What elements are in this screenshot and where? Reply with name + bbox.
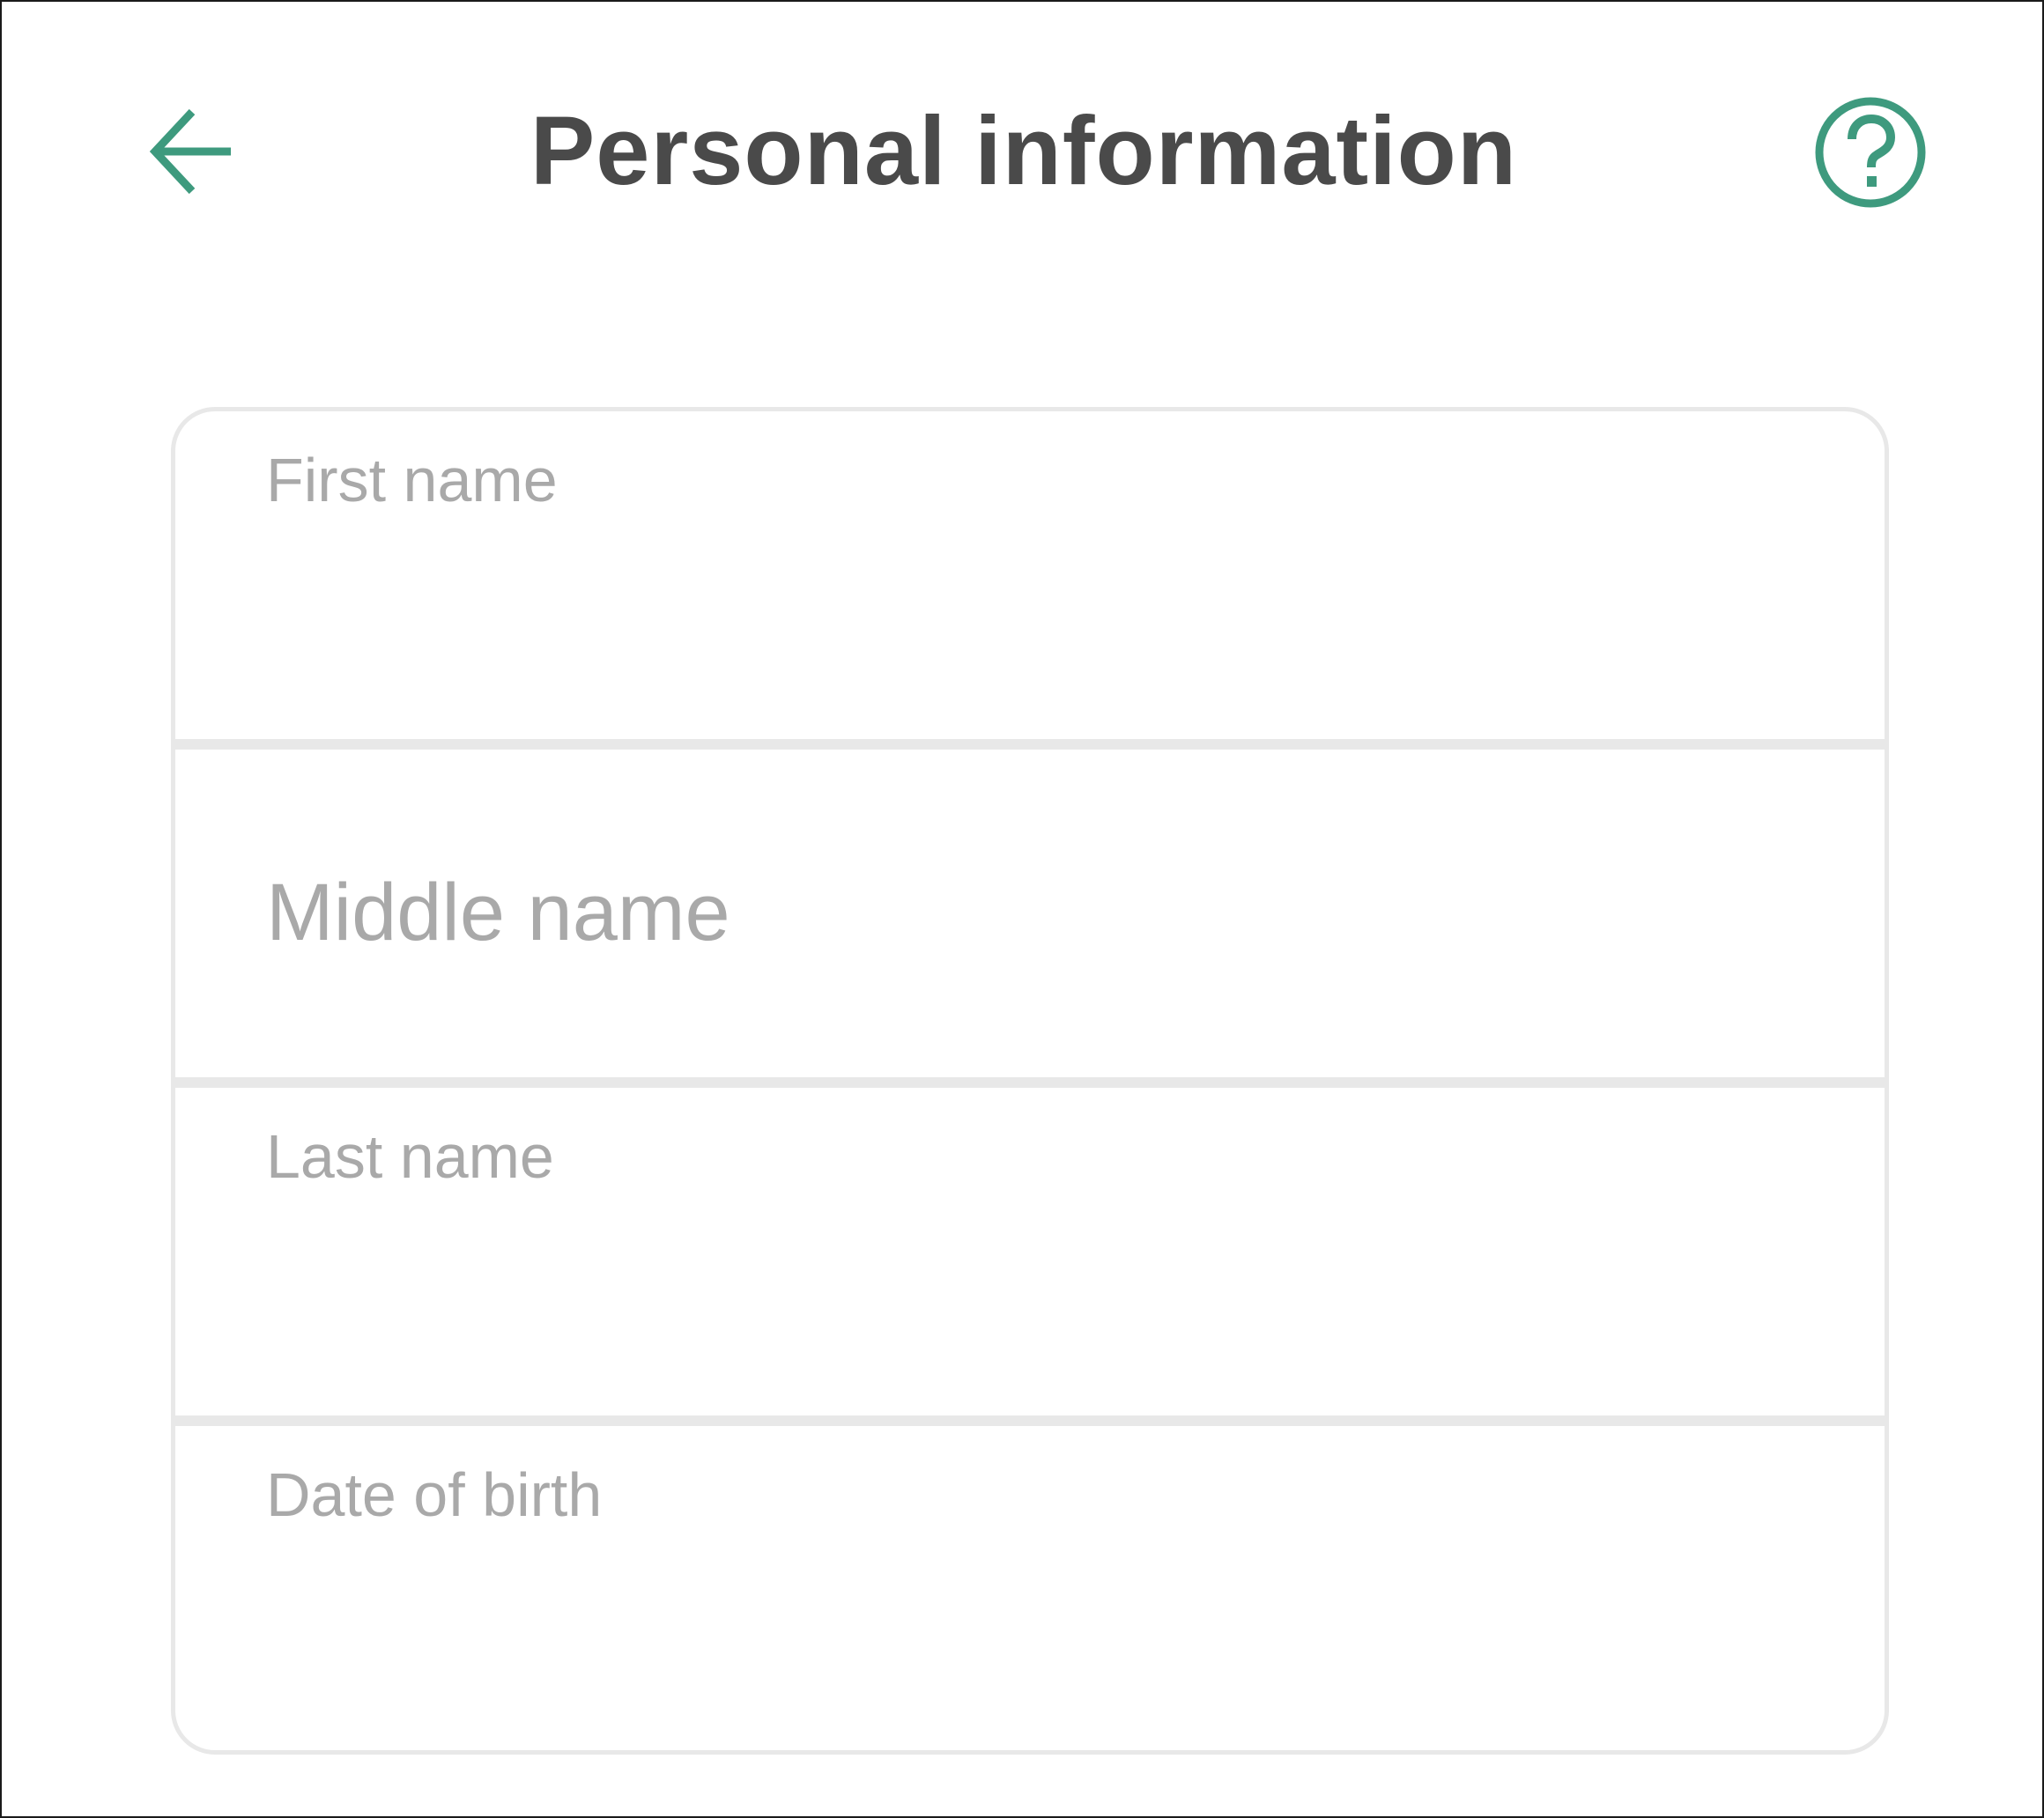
first-name-label: First name	[266, 446, 558, 514]
date-of-birth-label: Date of birth	[266, 1460, 603, 1529]
middle-name-placeholder: Middle name	[266, 868, 730, 957]
page-title: Personal information	[530, 97, 1518, 205]
top-bar: Personal information	[2, 2, 2044, 301]
last-name-input[interactable]	[266, 1238, 1764, 1343]
question-circle-icon	[1815, 97, 1926, 208]
field-divider	[175, 1077, 1885, 1088]
personal-info-form: First name Middle name Last name Date of…	[171, 407, 1889, 1755]
field-divider	[175, 739, 1885, 750]
last-name-label: Last name	[266, 1122, 554, 1191]
date-of-birth-input[interactable]	[266, 1576, 1764, 1681]
date-of-birth-field[interactable]: Date of birth	[175, 1426, 1885, 1750]
help-button[interactable]	[1813, 95, 1928, 210]
field-divider	[175, 1415, 1885, 1426]
first-name-field[interactable]: First name	[175, 411, 1885, 739]
middle-name-field[interactable]: Middle name	[175, 750, 1885, 1077]
app-screen: Personal information First name Middle n…	[0, 0, 2044, 1818]
first-name-input[interactable]	[266, 561, 1764, 667]
last-name-field[interactable]: Last name	[175, 1088, 1885, 1415]
